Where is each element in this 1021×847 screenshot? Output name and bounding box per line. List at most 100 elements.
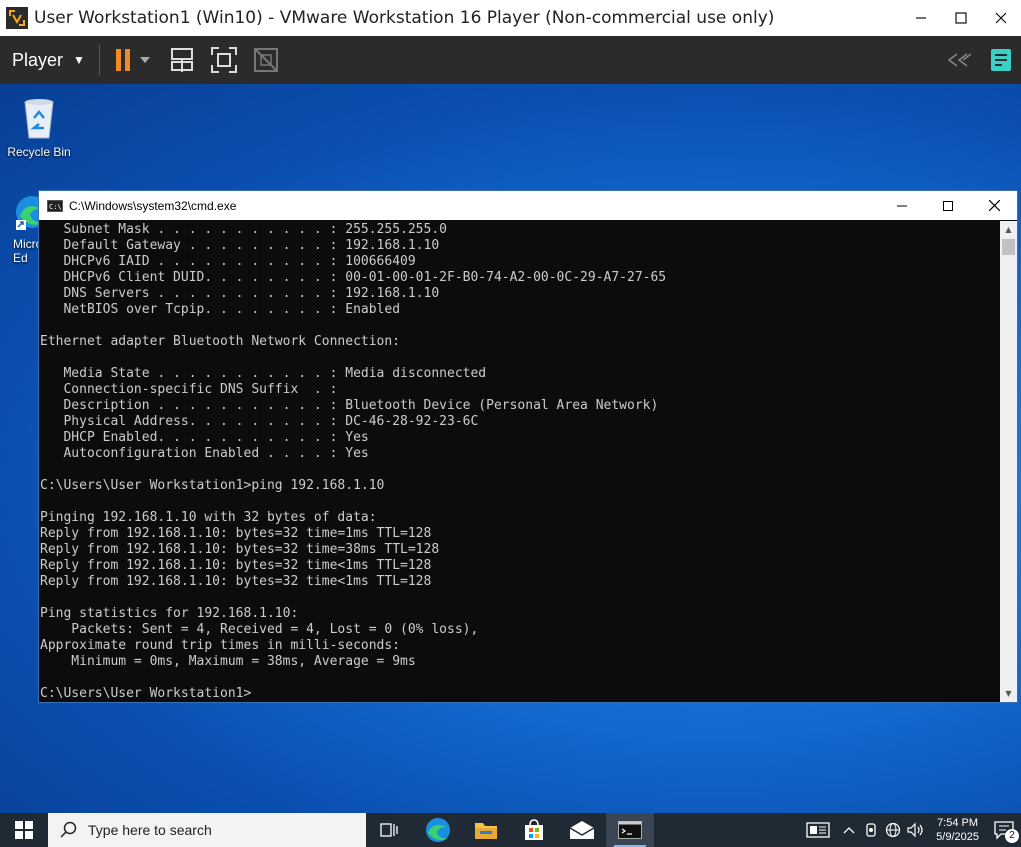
file-explorer-button[interactable] [462, 813, 510, 847]
recycle-bin-desktop-icon[interactable]: Recycle Bin [2, 94, 76, 159]
full-screen-button[interactable] [210, 46, 238, 74]
scroll-down-icon[interactable]: ▼ [1000, 685, 1017, 702]
maximize-icon [955, 12, 967, 24]
device-icon [866, 823, 876, 837]
edge-desktop-icon[interactable]: Micro Ed [0, 194, 48, 265]
console-line: DHCP Enabled. . . . . . . . . . . : Yes [40, 430, 369, 445]
console-line: C:\Users\User Workstation1> [40, 686, 252, 701]
edge-shortcut-label: Micro Ed [13, 237, 43, 265]
taskbar: Type here to search 7:54 PM 5/9/2025 2 [0, 813, 1021, 847]
search-placeholder: Type here to search [88, 822, 212, 838]
cmd-console-output[interactable]: Subnet Mask . . . . . . . . . . . : 255.… [39, 221, 999, 702]
double-chevron-left-icon [947, 53, 972, 67]
console-line: Autoconfiguration Enabled . . . . : Yes [40, 446, 369, 461]
minimize-icon [916, 17, 926, 19]
console-text: Subnet Mask . . . . . . . . . . . : 255.… [39, 221, 999, 702]
close-icon [995, 12, 1007, 24]
collapse-toolbar-button[interactable] [945, 46, 973, 74]
console-line: Reply from 192.168.1.10: bytes=32 time<1… [40, 558, 432, 573]
notification-center-button[interactable]: 2 [987, 813, 1021, 847]
scroll-up-icon[interactable]: ▲ [1000, 221, 1017, 238]
console-line: DNS Servers . . . . . . . . . . . : 192.… [40, 286, 440, 301]
chevron-up-icon [843, 827, 855, 834]
recycle-bin-label: Recycle Bin [7, 145, 71, 159]
cmd-scrollbar[interactable]: ▲ ▼ [1000, 221, 1017, 702]
unity-button[interactable] [252, 46, 280, 74]
console-line: Ethernet adapter Bluetooth Network Conne… [40, 334, 401, 349]
cmd-minimize-button[interactable] [879, 191, 925, 220]
cmd-app-icon: C:\ [47, 199, 63, 212]
store-icon [525, 819, 543, 840]
system-tray: 7:54 PM 5/9/2025 2 [798, 813, 1021, 847]
vmware-title-bar: User Workstation1 (Win10) - VMware Works… [0, 0, 1021, 36]
edge-taskbar-button[interactable] [414, 813, 462, 847]
console-line: Media State . . . . . . . . . . . : Medi… [40, 366, 487, 381]
cmd-taskbar-button[interactable] [606, 813, 654, 847]
unity-icon [253, 48, 278, 72]
chevron-down-icon: ▼ [73, 53, 85, 67]
pause-icon [115, 49, 150, 71]
window-title: User Workstation1 (Win10) - VMware Works… [34, 8, 775, 28]
console-line: DHCPv6 IAID . . . . . . . . . . . : 1006… [40, 254, 416, 269]
console-line: Subnet Mask . . . . . . . . . . . : 255.… [40, 222, 447, 237]
volume-button[interactable] [904, 813, 928, 847]
cmd-title-bar[interactable]: C:\ C:\Windows\system32\cmd.exe [39, 191, 1017, 220]
vmware-toolbar: Player ▼ [0, 36, 1021, 84]
network-globe-icon [886, 822, 901, 838]
console-line: Pinging 192.168.1.10 with 32 bytes of da… [40, 510, 377, 525]
mail-icon [569, 821, 595, 839]
cmd-maximize-button[interactable] [925, 191, 971, 220]
player-menu-button[interactable]: Player ▼ [12, 36, 85, 84]
toolbar-divider [98, 44, 100, 76]
maximize-icon [943, 200, 953, 211]
device-tray-button[interactable] [860, 813, 882, 847]
player-menu-label: Player [12, 49, 64, 70]
console-line: Physical Address. . . . . . . . . : DC-4… [40, 414, 479, 429]
pause-button[interactable] [114, 46, 154, 74]
console-line: Reply from 192.168.1.10: bytes=32 time=1… [40, 526, 432, 541]
guest-desktop: Recycle Bin Micro Ed C:\ C:\Windows\syst… [0, 84, 1021, 813]
close-button[interactable] [981, 0, 1021, 36]
svg-text:C:\: C:\ [49, 203, 62, 211]
network-button[interactable] [882, 813, 904, 847]
taskbar-search-box[interactable]: Type here to search [48, 813, 366, 847]
cmd-window[interactable]: C:\ C:\Windows\system32\cmd.exe Subnet M… [38, 190, 1018, 703]
start-button[interactable] [0, 813, 48, 847]
taskbar-clock[interactable]: 7:54 PM 5/9/2025 [936, 816, 979, 844]
console-line: DHCPv6 Client DUID. . . . . . . . : 00-0… [40, 270, 667, 285]
send-ctrl-alt-del-button[interactable] [168, 46, 196, 74]
cmd-icon [618, 821, 642, 839]
clock-time: 7:54 PM [937, 817, 979, 829]
send-keys-icon [170, 48, 193, 72]
console-line: Approximate round trip times in milli-se… [40, 638, 401, 653]
news-widget-button[interactable] [798, 813, 838, 847]
task-view-button[interactable] [366, 813, 414, 847]
minimize-icon [897, 205, 907, 206]
maximize-button[interactable] [941, 0, 981, 36]
store-button[interactable] [510, 813, 558, 847]
task-view-icon [380, 823, 398, 837]
notes-button[interactable] [987, 46, 1015, 74]
mail-button[interactable] [558, 813, 606, 847]
console-line: Ping statistics for 192.168.1.10: [40, 606, 299, 621]
search-icon [60, 821, 77, 838]
news-icon [806, 822, 830, 838]
console-line: Description . . . . . . . . . . . : Blue… [40, 398, 659, 413]
edge-icon [426, 818, 450, 842]
show-hidden-icons-button[interactable] [838, 813, 860, 847]
scrollbar-thumb[interactable] [1002, 239, 1015, 255]
console-line: NetBIOS over Tcpip. . . . . . . . : Enab… [40, 302, 401, 317]
console-line: Default Gateway . . . . . . . . . : 192.… [40, 238, 440, 253]
speaker-icon [907, 822, 923, 838]
console-line: Minimum = 0ms, Maximum = 38ms, Average =… [40, 654, 416, 669]
console-line: C:\Users\User Workstation1>ping 192.168.… [40, 478, 385, 493]
cmd-close-button[interactable] [971, 191, 1017, 220]
minimize-button[interactable] [901, 0, 941, 36]
notification-count-badge: 2 [1005, 829, 1019, 843]
